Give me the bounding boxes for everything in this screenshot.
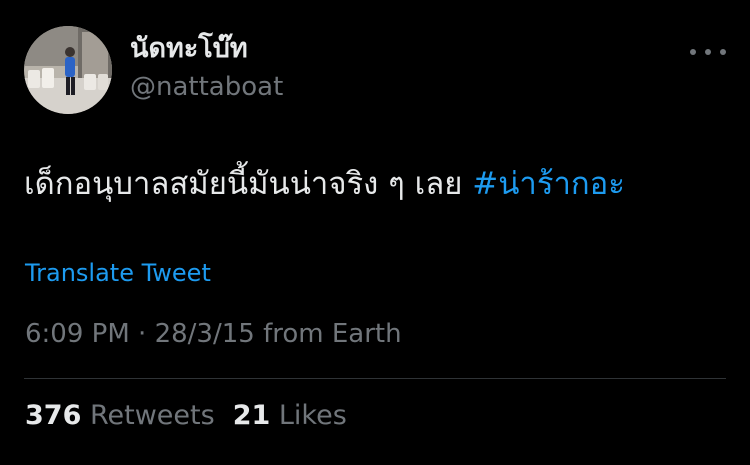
source-prefix: from: [263, 319, 324, 349]
likes-count: 21: [232, 400, 271, 431]
retweets-stat[interactable]: 376 Retweets: [25, 400, 215, 431]
tweet-metadata: 6:09 PM · 28/3/15 from Earth: [25, 319, 402, 350]
avatar-photo: [24, 26, 112, 114]
more-dots-icon: [690, 49, 696, 55]
tweet-source: Earth: [331, 319, 402, 349]
display-name[interactable]: นัดทะโบ๊ท: [130, 33, 248, 65]
more-dots-icon: [705, 49, 711, 55]
translate-tweet-link[interactable]: Translate Tweet: [25, 259, 211, 288]
tweet-time[interactable]: 6:09 PM: [25, 319, 130, 349]
hashtag-link[interactable]: #น่าร้ากอะ: [472, 166, 625, 202]
more-dots-icon: [720, 49, 726, 55]
more-options-button[interactable]: [690, 42, 726, 62]
likes-stat[interactable]: 21 Likes: [233, 400, 347, 431]
tweet-text: เด็กอนุบาลสมัยนี้มันน่าจริง ๆ เลย #น่าร้…: [24, 164, 625, 204]
meta-separator: ·: [138, 319, 147, 349]
likes-label: Likes: [278, 400, 347, 431]
tweet-stats: 376 Retweets 21 Likes: [25, 400, 347, 432]
tweet-body: เด็กอนุบาลสมัยนี้มันน่าจริง ๆ เลย: [24, 166, 473, 202]
retweets-label: Retweets: [89, 400, 215, 431]
user-handle[interactable]: @nattaboat: [130, 72, 283, 103]
avatar[interactable]: [24, 26, 112, 114]
tweet-date[interactable]: 28/3/15: [155, 319, 255, 349]
divider: [24, 378, 726, 379]
retweets-count: 376: [25, 400, 82, 431]
